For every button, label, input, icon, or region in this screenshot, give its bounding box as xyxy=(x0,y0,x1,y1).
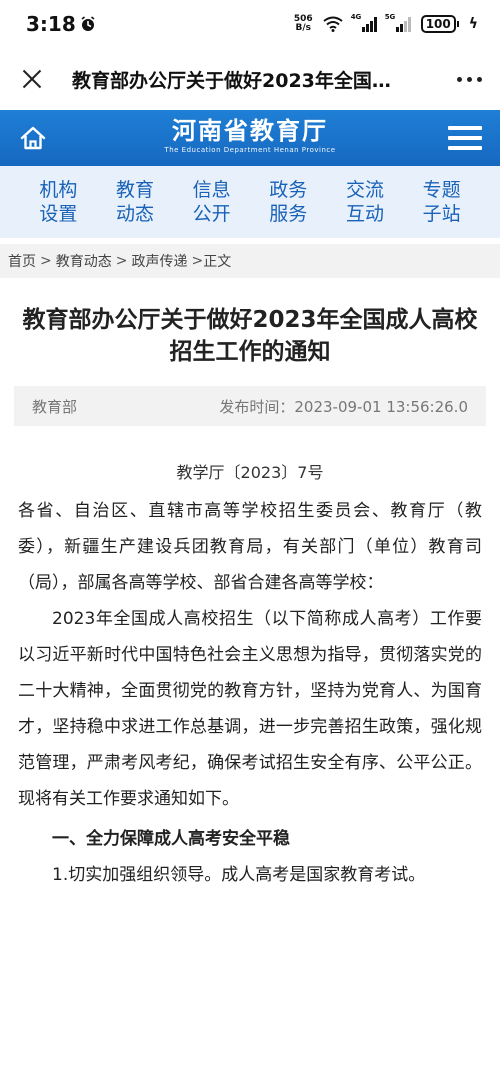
signal-4g-label: 4G xyxy=(350,13,362,21)
charging-icon: ϟ xyxy=(468,16,478,32)
site-logo-en: The Education Department Henan Province xyxy=(164,146,336,154)
article-publish-label: 发布时间： xyxy=(219,397,295,416)
breadcrumb-separator: > xyxy=(40,253,52,269)
menu-icon[interactable] xyxy=(448,126,482,150)
status-time: 3:18 xyxy=(26,12,76,36)
document-number: 教学厅〔2023〕7号 xyxy=(176,463,324,482)
network-speed: 506 B/s xyxy=(294,15,313,33)
nav-item-info-disclosure[interactable]: 信息 公开 xyxy=(184,178,240,226)
article-paragraph: 1.切实加强组织领导。成人高考是国家教育考试。 xyxy=(52,865,426,885)
breadcrumb-separator: > xyxy=(191,253,204,269)
status-left: 3:18 xyxy=(26,12,96,36)
breadcrumb-policy-news[interactable]: 政声传递 xyxy=(131,251,187,271)
nav-item-organization[interactable]: 机构 设置 xyxy=(30,178,86,226)
nav-item-special-topics[interactable]: 专题 子站 xyxy=(414,178,470,226)
article-section-heading: 一、全力保障成人高考安全平稳 xyxy=(52,829,290,849)
breadcrumb: 首页 > 教育动态 > 政声传递 > 正文 xyxy=(0,244,500,278)
signal-4g-icon: 4G xyxy=(350,13,377,32)
network-speed-unit: B/s xyxy=(295,23,312,33)
nav-item-government-services[interactable]: 政务 服务 xyxy=(260,178,316,226)
more-options-button[interactable] xyxy=(457,76,482,82)
article-title: 教育部办公厅关于做好2023年全国成人高校招生工作的通知 xyxy=(22,307,478,365)
article-recipients: 各省、自治区、直辖市高等学校招生委员会、教育厅（教委），新疆生产建设兵团教育局，… xyxy=(18,501,482,593)
article-publish-time: 2023-09-01 13:56:26.0 xyxy=(294,397,468,416)
browser-title-bar: 教育部办公厅关于做好2023年全国… xyxy=(0,48,500,110)
status-right: 506 B/s 4G 5G 100 ϟ xyxy=(294,13,478,33)
signal-5g-icon: 5G xyxy=(384,13,411,32)
wifi-icon xyxy=(323,16,343,32)
article-meta: 教育部 发布时间：2023-09-01 13:56:26.0 xyxy=(14,386,486,426)
alarm-icon xyxy=(81,16,95,31)
breadcrumb-separator: > xyxy=(115,253,128,269)
article-publish-time-wrap: 发布时间：2023-09-01 13:56:26.0 xyxy=(219,396,468,417)
article-paragraph: 2023年全国成人高校招生（以下简称成人高考）工作要以习近平新时代中国特色社会主… xyxy=(18,609,482,809)
signal-5g-label: 5G xyxy=(384,13,396,21)
close-button[interactable] xyxy=(18,65,46,93)
battery-icon: 100 xyxy=(420,15,459,33)
breadcrumb-education-news[interactable]: 教育动态 xyxy=(56,251,112,271)
status-bar: 3:18 506 B/s 4G 5G 100 ϟ xyxy=(0,0,500,48)
nav-item-interaction[interactable]: 交流 互动 xyxy=(337,178,393,226)
home-icon[interactable] xyxy=(18,123,48,153)
battery-level: 100 xyxy=(420,15,456,33)
article-source: 教育部 xyxy=(32,397,78,416)
main-nav: 机构 设置 教育 动态 信息 公开 政务 服务 交流 互动 专题 子站 xyxy=(0,166,500,238)
page-title: 教育部办公厅关于做好2023年全国… xyxy=(72,69,391,92)
breadcrumb-current: 正文 xyxy=(203,254,232,270)
article-body: 各省、自治区、直辖市高等学校招生委员会、教育厅（教委），新疆生产建设兵团教育局，… xyxy=(0,493,500,893)
breadcrumb-home[interactable]: 首页 xyxy=(8,251,36,271)
site-logo-cn: 河南省教育厅 xyxy=(172,116,328,145)
nav-item-education-news[interactable]: 教育 动态 xyxy=(107,178,163,226)
site-logo: 河南省教育厅 The Education Department Henan Pr… xyxy=(0,117,500,155)
site-header: 河南省教育厅 The Education Department Henan Pr… xyxy=(0,110,500,166)
